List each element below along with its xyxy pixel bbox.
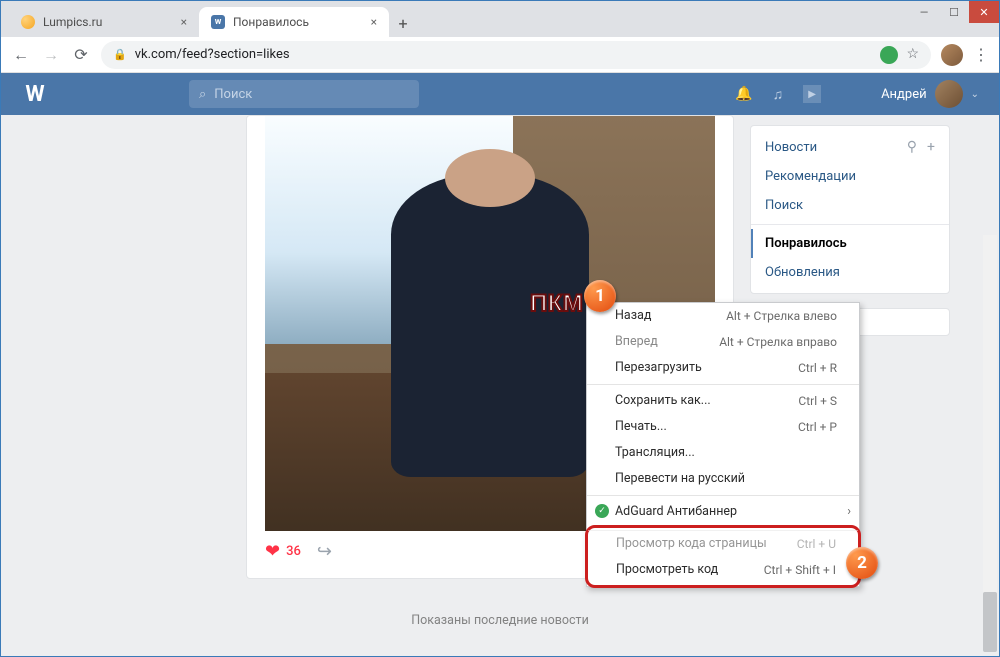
ctx-shortcut: Ctrl + P	[798, 419, 837, 435]
ctx-label: Трансляция...	[615, 445, 695, 461]
reload-button[interactable]: ⟳	[71, 45, 91, 65]
ctx-shortcut: Alt + Стрелка вправо	[719, 334, 837, 350]
filter-icon[interactable]: ⚲	[907, 139, 917, 155]
tab-lumpics[interactable]: Lumpics.ru ×	[9, 7, 199, 37]
scrollbar-thumb[interactable]	[983, 592, 997, 652]
ctx-shortcut: Ctrl + U	[797, 536, 836, 552]
ctx-label: Просмотр кода страницы	[616, 536, 767, 552]
sidebar-item-liked[interactable]: Понравилось	[751, 229, 949, 258]
share-button[interactable]: ↪	[317, 541, 332, 562]
tab-strip: Lumpics.ru × w Понравилось × +	[1, 1, 999, 37]
star-icon[interactable]: ☆	[906, 46, 919, 64]
highlight-box: Просмотр кода страницы Ctrl + U Просмотре…	[585, 525, 861, 588]
sidebar-item-label: Поиск	[765, 198, 803, 213]
tab-title: Понравилось	[233, 15, 309, 29]
add-icon[interactable]: +	[927, 139, 935, 155]
profile-avatar[interactable]	[941, 44, 963, 66]
window-minimize-button[interactable]: —	[909, 1, 939, 23]
vk-header: W ⌕ Поиск 🔔 ♫ ▶ Андрей ⌄	[1, 73, 999, 115]
ctx-label: Перевести на русский	[615, 471, 745, 487]
user-menu[interactable]: Андрей ⌄	[881, 80, 979, 108]
ctx-label: AdGuard Антибаннер	[615, 504, 737, 520]
ctx-label: Назад	[615, 308, 651, 324]
notifications-icon[interactable]: 🔔	[735, 86, 752, 102]
ctx-cast[interactable]: Трансляция...	[587, 440, 859, 466]
scrollbar[interactable]	[983, 235, 997, 652]
music-icon[interactable]: ♫	[773, 86, 784, 103]
tab-vk-likes[interactable]: w Понравилось ×	[199, 7, 389, 37]
sidebar-item-news[interactable]: Новости ⚲ +	[751, 132, 949, 162]
sidebar-item-label: Понравилось	[765, 236, 847, 251]
ctx-adguard[interactable]: ✓ AdGuard Антибаннер	[587, 499, 859, 525]
new-tab-button[interactable]: +	[389, 9, 417, 37]
ctx-label: Просмотреть код	[616, 562, 718, 578]
lock-icon: 🔒	[113, 48, 127, 61]
sidebar-item-label: Рекомендации	[765, 169, 856, 184]
toolbar: ← → ⟳ 🔒 vk.com/feed?section=likes ☆ ⋮	[1, 37, 999, 73]
adguard-icon: ✓	[595, 504, 609, 518]
tab-close-icon[interactable]: ×	[181, 15, 187, 29]
sidebar-nav: Новости ⚲ + Рекомендации Поиск Понравило…	[750, 125, 950, 294]
sidebar-item-updates[interactable]: Обновления	[751, 258, 949, 287]
like-count: 36	[286, 544, 301, 559]
tab-title: Lumpics.ru	[43, 15, 102, 29]
annotation-badge-2: 2	[846, 547, 878, 579]
ctx-label: Печать...	[615, 419, 667, 435]
ctx-label: Вперед	[615, 334, 658, 350]
search-icon: ⌕	[199, 87, 206, 102]
sidebar-item-search[interactable]: Поиск	[751, 191, 949, 220]
browser-menu-button[interactable]: ⋮	[973, 45, 989, 64]
feed-footer: Показаны последние новости	[1, 613, 999, 628]
like-button[interactable]: ❤ 36	[265, 541, 301, 562]
play-icon[interactable]: ▶	[803, 85, 821, 103]
url-text: vk.com/feed?section=likes	[135, 47, 290, 62]
ctx-reload[interactable]: Перезагрузить Ctrl + R	[587, 355, 859, 381]
back-button[interactable]: ←	[11, 45, 31, 65]
annotation-pkm: ПКМ	[530, 290, 583, 318]
ctx-back[interactable]: Назад Alt + Стрелка влево	[587, 303, 859, 329]
omnibox-actions: ☆	[880, 46, 919, 64]
ctx-shortcut: Alt + Стрелка влево	[726, 308, 837, 324]
ctx-shortcut: Ctrl + Shift + I	[764, 562, 836, 578]
ctx-view-source[interactable]: Просмотр кода страницы Ctrl + U	[588, 530, 858, 557]
sidebar-item-label: Новости	[765, 140, 817, 155]
heart-icon: ❤	[265, 541, 280, 562]
favicon-icon	[21, 15, 35, 29]
address-bar[interactable]: 🔒 vk.com/feed?section=likes ☆	[101, 41, 931, 69]
chevron-down-icon: ⌄	[971, 89, 979, 100]
window-close-button[interactable]: ✕	[969, 1, 999, 23]
extension-icon[interactable]	[880, 46, 898, 64]
annotation-badge-1: 1	[584, 280, 616, 312]
tab-close-icon[interactable]: ×	[371, 15, 377, 29]
sidebar-item-label: Обновления	[765, 265, 840, 280]
ctx-inspect[interactable]: Просмотреть код Ctrl + Shift + I	[588, 557, 858, 583]
ctx-save-as[interactable]: Сохранить как... Ctrl + S	[587, 388, 859, 414]
ctx-translate[interactable]: Перевести на русский	[587, 466, 859, 492]
sidebar-item-recommendations[interactable]: Рекомендации	[751, 162, 949, 191]
ctx-print[interactable]: Печать... Ctrl + P	[587, 414, 859, 440]
ctx-label: Перезагрузить	[615, 360, 702, 376]
search-input[interactable]: ⌕ Поиск	[189, 80, 419, 108]
search-placeholder: Поиск	[214, 87, 252, 102]
ctx-shortcut: Ctrl + R	[798, 360, 837, 376]
ctx-shortcut: Ctrl + S	[798, 393, 837, 409]
ctx-label: Сохранить как...	[615, 393, 711, 409]
forward-button[interactable]: →	[41, 45, 61, 65]
avatar	[935, 80, 963, 108]
window-maximize-button[interactable]: ☐	[939, 1, 969, 23]
favicon-icon: w	[211, 15, 225, 29]
username: Андрей	[881, 87, 927, 102]
context-menu: Назад Alt + Стрелка влево Вперед Alt + Стр…	[586, 302, 860, 587]
ctx-forward[interactable]: Вперед Alt + Стрелка вправо	[587, 329, 859, 355]
vk-logo-icon[interactable]: W	[21, 80, 49, 108]
